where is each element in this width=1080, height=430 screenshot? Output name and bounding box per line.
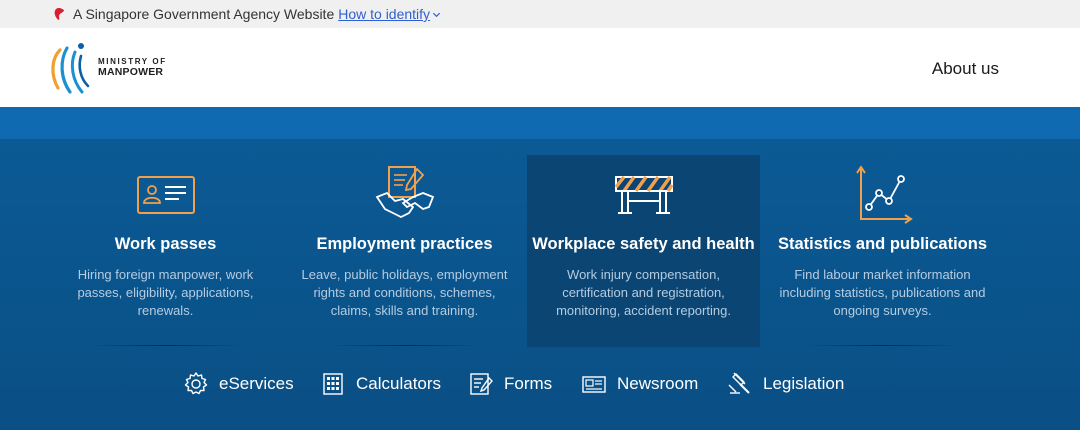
logo-text: MINISTRY OF MANPOWER: [98, 56, 167, 78]
card-title: Employment practices: [316, 235, 493, 253]
desc-line: certification and registration,: [562, 285, 725, 300]
chevron-down-icon: [432, 12, 441, 17]
desc-line: Leave, public holidays, employment: [301, 267, 508, 282]
calculator-icon: [323, 373, 343, 395]
quick-link-label: Legislation: [763, 374, 845, 393]
desc-line: rights and conditions, schemes,: [313, 285, 496, 300]
card-title: Workplace safety and health: [532, 235, 755, 253]
quick-link-label: Forms: [504, 374, 553, 393]
gavel-icon: [728, 372, 750, 394]
card-statistics-publications[interactable]: Statistics and publications Find labour …: [766, 155, 999, 347]
mom-logo[interactable]: MINISTRY OF MANPOWER: [48, 38, 167, 98]
card-divider: [328, 345, 481, 346]
card-title: Statistics and publications: [777, 235, 988, 253]
desc-line: renewals.: [137, 303, 194, 318]
desc-line: Hiring foreign manpower, work: [77, 267, 254, 282]
desc-line: passes, eligibility, applications,: [77, 285, 254, 300]
desc-line: ongoing surveys.: [833, 303, 932, 318]
header-stripe: [0, 107, 1080, 139]
card-description: Find labour market information including…: [774, 266, 991, 320]
handshake-document-icon: [375, 166, 434, 219]
form-edit-icon: [470, 373, 493, 395]
singapore-lion-icon: [54, 8, 64, 20]
gear-icon: [184, 372, 208, 395]
newspaper-icon: [582, 376, 606, 393]
quick-link-label: Newsroom: [617, 374, 699, 393]
logo-line2: MANPOWER: [98, 66, 164, 78]
quick-link-label: Calculators: [356, 374, 442, 393]
card-divider: [806, 345, 959, 346]
main-section: Work passes Hiring foreign manpower, wor…: [0, 139, 1080, 430]
quick-link-label: eServices: [219, 374, 294, 393]
desc-line: claims, skills and training.: [330, 303, 479, 318]
gov-masthead: A Singapore Government Agency Website Ho…: [0, 0, 1080, 28]
desc-line: including statistics, publications and: [779, 285, 986, 300]
mom-logo-icon: [51, 43, 90, 94]
site-header: MINISTRY OF MANPOWER About us: [0, 28, 1080, 107]
nav-about-us[interactable]: About us: [932, 59, 999, 79]
line-chart-icon: [855, 165, 913, 224]
quick-link-eservices[interactable]: eServices: [183, 369, 294, 399]
desc-line: monitoring, accident reporting.: [556, 303, 731, 318]
id-card-icon: [136, 176, 195, 214]
quick-link-newsroom[interactable]: Newsroom: [581, 369, 698, 399]
card-description: Work injury compensation, certification …: [535, 266, 752, 320]
masthead-text: A Singapore Government Agency Website: [73, 6, 335, 22]
card-work-passes[interactable]: Work passes Hiring foreign manpower, wor…: [49, 155, 282, 347]
card-description: Hiring foreign manpower, work passes, el…: [57, 266, 274, 320]
desc-line: Work injury compensation,: [567, 267, 720, 282]
card-employment-practices[interactable]: Employment practices Leave, public holid…: [288, 155, 521, 347]
card-title: Work passes: [114, 235, 217, 253]
desc-line: Find labour market information: [794, 267, 971, 282]
how-to-identify-link[interactable]: How to identify: [338, 6, 441, 22]
card-divider: [89, 345, 242, 346]
how-to-identify-label: How to identify: [338, 6, 431, 22]
card-description: Leave, public holidays, employment right…: [296, 266, 513, 320]
quick-link-calculators[interactable]: Calculators: [320, 369, 441, 399]
quick-link-legislation[interactable]: Legislation: [727, 369, 844, 399]
card-workplace-safety[interactable]: Workplace safety and health Work injury …: [527, 155, 760, 347]
road-barrier-icon: [614, 175, 673, 214]
quick-link-forms[interactable]: Forms: [468, 369, 552, 399]
